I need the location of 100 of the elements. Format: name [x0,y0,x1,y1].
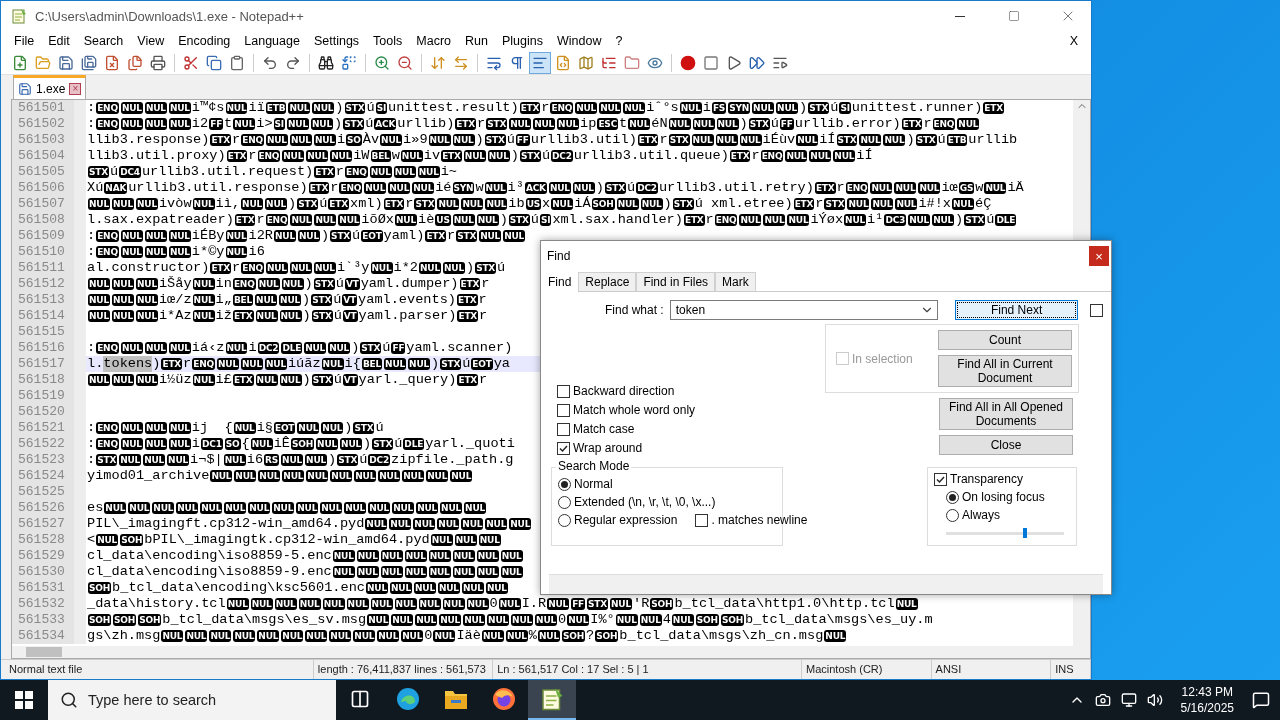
dialog-tab[interactable]: Replace [578,272,637,291]
volume-icon[interactable] [1146,692,1163,708]
code-text: t [224,116,233,132]
find-what-field[interactable]: token [669,300,938,320]
dialog-close-button[interactable]: × [1089,246,1109,266]
indent-guide-button[interactable] [529,51,551,74]
clock[interactable]: 12:43 PM 5/16/2025 [1172,684,1242,716]
control-character: NUL [640,198,663,210]
control-character: NUL [369,166,392,178]
radio-button[interactable] [946,508,959,522]
line-number: 561506 [12,180,86,196]
menu-item[interactable]: Window [549,34,609,48]
checkbox-label: In selection [852,351,913,366]
camera-icon[interactable] [1094,692,1111,708]
radio-button[interactable] [946,490,959,504]
checkbox[interactable] [934,472,947,486]
control-character: NUL [210,470,233,482]
menu-item[interactable]: Language [237,34,307,48]
control-character: NUL [364,182,387,194]
tab-close-button[interactable]: × [69,82,82,95]
checkbox[interactable] [695,513,709,527]
checkbox[interactable] [1090,303,1103,317]
dialog-button[interactable]: Find All in All Opened Documents [939,398,1073,430]
dialog-button[interactable]: Count [938,330,1072,350]
control-character: ETX [232,374,254,386]
checkbox[interactable] [557,384,570,398]
control-character: SYN [728,102,751,114]
menu-item[interactable]: File [7,34,42,48]
control-character: STX [311,374,333,386]
menu-item[interactable]: Run [458,34,495,48]
floppy-disks-icon [81,54,97,71]
dialog-tab[interactable]: Mark [715,272,756,291]
control-character: STX [343,118,365,130]
control-character: NUL [461,582,484,594]
menu-item[interactable]: Macro [409,34,459,48]
control-character: STX [456,230,478,242]
code-text: ) [663,196,672,212]
checkbox[interactable] [557,441,570,455]
control-character: STX [605,182,626,194]
menu-item[interactable]: Encoding [171,34,238,48]
code-text: ) [328,452,337,468]
menu-item[interactable]: Tools [366,34,410,48]
file-tab[interactable]: 1.exe × [13,75,87,99]
control-character: NUL [192,198,215,210]
notifications-icon[interactable] [1252,691,1270,709]
network-icon[interactable] [1120,692,1137,708]
control-character: NUL [476,550,499,562]
menu-item[interactable]: Settings [306,34,367,48]
menu-item[interactable]: ? [608,34,630,48]
checkbox[interactable] [557,422,570,436]
dialog-button[interactable]: Close [939,435,1073,455]
control-character: STX [297,198,319,210]
control-character: STX [486,118,508,130]
control-character: NUL [88,310,110,322]
control-character: FF [779,118,794,130]
dialog-tab[interactable]: Find [541,271,579,292]
code-text: al.constructor) [87,260,210,276]
slider-thumb[interactable] [1022,528,1027,538]
replace-icon [341,54,357,71]
control-character: NUL [452,214,475,226]
menu-item[interactable]: Search [76,34,131,48]
control-character: NUL [395,214,417,226]
dialog-button[interactable]: Find All in Current Document [938,355,1072,387]
control-character: ENQ [760,150,784,162]
taskbar-search-field[interactable]: Type here to search [48,680,336,720]
taskbar-app-button[interactable] [528,680,576,720]
code-text: llib3.util.proxy) [87,148,226,164]
control-character: NUL [476,566,499,578]
radio-label: Always [962,508,1000,522]
checkbox-label: Match whole word only [573,403,696,417]
code-text: i*©y [191,244,225,260]
code-text: bPIL\_imagingtk.cp312-win_amd64.pyd [144,532,430,548]
control-character: STX [748,118,770,130]
horizontal-scrollbar[interactable] [12,646,1090,658]
code-text: i½üz [158,372,192,388]
line-number: 561533 [12,612,86,628]
code-text: b_tcl_data\msgs\es_sv.msg [162,612,367,628]
control-character: NUL [120,102,143,114]
menu-item[interactable]: Edit [41,34,77,48]
control-character: NUL [412,182,435,194]
close-document-button[interactable]: X [1062,34,1085,48]
code-text: I.R [521,596,547,612]
dialog-tab[interactable]: Find in Files [636,272,716,291]
control-character: ENQ [192,358,215,370]
menu-item[interactable]: View [130,34,172,48]
control-character: NUL [88,294,110,306]
menu-item[interactable]: Plugins [494,34,550,48]
code-text: : [87,436,96,452]
radio-button[interactable] [558,477,571,491]
line-number: 561527 [12,516,86,532]
radio-button[interactable] [558,513,571,527]
control-character: NUL [485,198,508,210]
dialog-button[interactable]: Find Next [955,300,1078,320]
radio-button[interactable] [558,495,571,509]
control-character: NUL [120,230,143,242]
line-number: 561517 [12,356,86,372]
control-character: NUL [787,214,810,226]
checkbox-label: Transparency [950,472,1023,486]
control-character: NUL [388,182,411,194]
checkbox[interactable] [557,403,570,417]
